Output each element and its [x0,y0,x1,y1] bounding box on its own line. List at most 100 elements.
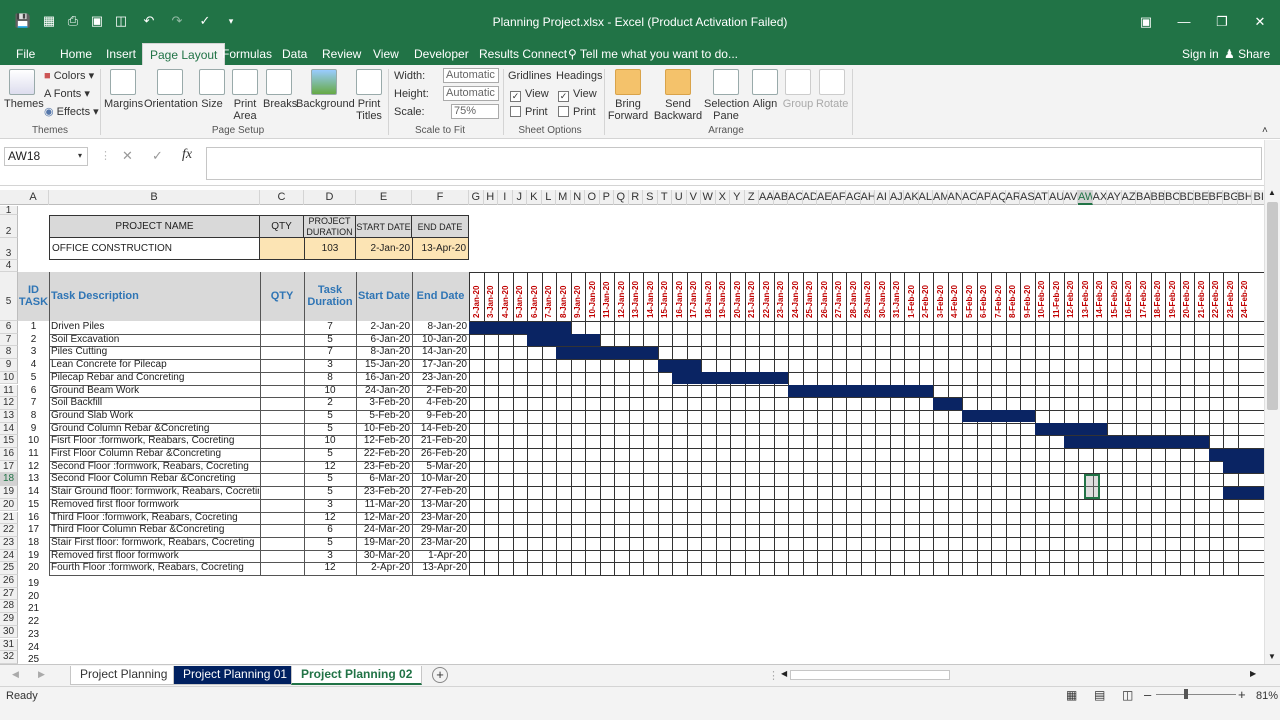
task-duration[interactable]: 7 [304,346,356,359]
task-end-date[interactable]: 29-Mar-20 [412,524,467,537]
gantt-bar[interactable] [1223,486,1264,499]
column-header[interactable]: AE [817,190,832,205]
task-id[interactable]: 4 [18,359,49,372]
gantt-bar[interactable] [1063,435,1209,448]
gridlines-view-checkbox[interactable]: ✓ View [510,88,549,102]
scroll-right-icon[interactable]: ▶ [1250,669,1256,678]
column-header[interactable]: U [672,190,687,205]
task-start-date[interactable]: 5-Feb-20 [356,410,410,423]
column-header[interactable]: H [484,190,498,205]
ribbon-display-icon[interactable]: ▣ [1134,14,1158,30]
task-id[interactable]: 11 [18,448,49,461]
task-id[interactable]: 2 [18,334,49,347]
row-header[interactable]: 18 [0,473,18,487]
gantt-bar[interactable] [1223,461,1264,474]
column-header[interactable]: AP [977,190,991,205]
task-duration[interactable]: 5 [304,473,356,486]
row-header[interactable]: 9 [0,359,18,372]
row-header[interactable]: 19 [0,486,18,499]
project-qty-value[interactable] [260,238,304,260]
task-duration[interactable]: 3 [304,550,356,563]
sheet-tab-project-planning-01[interactable]: Project Planning 01 [173,666,298,685]
touch-mode-icon[interactable]: ▦ [40,12,58,30]
gantt-bar[interactable] [933,397,962,410]
column-header[interactable]: BE [1194,190,1209,205]
sheet-tab-project-planning-02[interactable]: Project Planning 02 [291,666,423,685]
row-header[interactable]: 1 [0,206,18,215]
column-header[interactable]: AY [1107,190,1122,205]
column-header[interactable]: F [412,190,469,205]
task-end-date[interactable]: 23-Mar-20 [412,512,467,525]
task-end-date[interactable]: 14-Jan-20 [412,346,467,359]
bring-forward-button[interactable]: Bring Forward [606,69,650,122]
redo-icon[interactable]: ↷ [168,12,186,30]
column-header[interactable]: BG [1223,190,1238,205]
column-header[interactable]: O [585,190,600,205]
background-button[interactable]: Background [296,69,355,110]
row-header[interactable]: 6 [0,321,18,334]
task-id[interactable]: 19 [18,550,49,563]
scale-spinner[interactable]: 75% [451,104,499,119]
gantt-bar[interactable] [1208,448,1264,461]
row-header[interactable]: 17 [0,460,18,474]
column-header[interactable]: X [716,190,730,205]
task-id[interactable]: 14 [18,486,49,499]
gantt-bar[interactable] [672,372,788,385]
task-id[interactable]: 1 [18,321,49,334]
scroll-left-icon[interactable]: ◀ [781,669,787,678]
column-header[interactable]: AM [933,190,948,205]
normal-view-icon[interactable]: ▦ [1066,688,1077,702]
task-duration[interactable]: 5 [304,410,356,423]
tab-results-connect[interactable]: Results Connect [479,43,567,65]
task-end-date[interactable]: 5-Mar-20 [412,461,467,474]
column-header[interactable]: A [18,190,49,205]
task-duration[interactable]: 5 [304,334,356,347]
column-header[interactable]: E [356,190,412,205]
task-description[interactable]: Third Floor :formwork, Reabars, Cocretin… [51,512,259,525]
task-start-date[interactable]: 11-Mar-20 [356,499,410,512]
task-end-date[interactable]: 21-Feb-20 [412,435,467,448]
column-header[interactable]: AT [1035,190,1049,205]
column-header[interactable]: AZ [1122,190,1136,205]
task-duration[interactable]: 12 [304,562,356,575]
align-button[interactable]: Align [750,69,780,110]
worksheet-grid[interactable]: A B C D E F G H I J K L M N O P Q R S T U V W X Y Z AA AB AC AD AE AF AG… [0,186,1280,664]
row-header[interactable]: 23 [0,536,18,550]
column-header[interactable]: AN [948,190,962,205]
task-duration[interactable]: 12 [304,461,356,474]
headings-view-checkbox[interactable]: ✓ View [558,88,597,102]
fonts-button[interactable]: A Fonts ▾ [44,87,90,100]
minimize-icon[interactable]: — [1172,14,1196,29]
tab-formulas[interactable]: Formulas [222,43,272,65]
task-id[interactable]: 15 [18,499,49,512]
extra-row-id[interactable]: 20 [18,591,49,604]
column-header[interactable]: AF [832,190,846,205]
task-description[interactable]: Second Floor :formwork, Reabars, Cocreti… [51,461,259,474]
column-header[interactable]: V [687,190,701,205]
row-header[interactable]: 22 [0,524,18,537]
task-duration[interactable]: 8 [304,372,356,385]
column-header[interactable]: AX [1093,190,1107,205]
task-id[interactable]: 20 [18,562,49,575]
task-start-date[interactable]: 22-Feb-20 [356,448,410,461]
task-start-date[interactable]: 2-Apr-20 [356,562,410,575]
task-end-date[interactable]: 8-Jan-20 [412,321,467,334]
task-description[interactable]: Piles Cutting [51,346,259,359]
task-duration[interactable]: 5 [304,423,356,436]
gantt-bar[interactable] [527,334,600,347]
print-preview-icon[interactable]: ▣ [88,12,106,30]
column-header[interactable]: L [542,190,556,205]
row-header[interactable]: 25 [0,562,18,575]
task-description[interactable]: Lean Concrete for Pilecap [51,359,259,372]
task-duration[interactable]: 2 [304,397,356,410]
column-header[interactable]: B [49,190,260,205]
task-end-date[interactable]: 23-Jan-20 [412,372,467,385]
task-description[interactable]: Ground Column Rebar &Concreting [51,423,259,436]
tab-view[interactable]: View [373,43,399,65]
task-duration[interactable]: 12 [304,512,356,525]
task-start-date[interactable]: 12-Mar-20 [356,512,410,525]
extra-row-id[interactable]: 19 [18,578,49,591]
row-header[interactable]: 3 [0,238,18,260]
scroll-thumb[interactable] [1267,202,1278,410]
task-description[interactable]: Removed first floor formwork [51,550,259,563]
